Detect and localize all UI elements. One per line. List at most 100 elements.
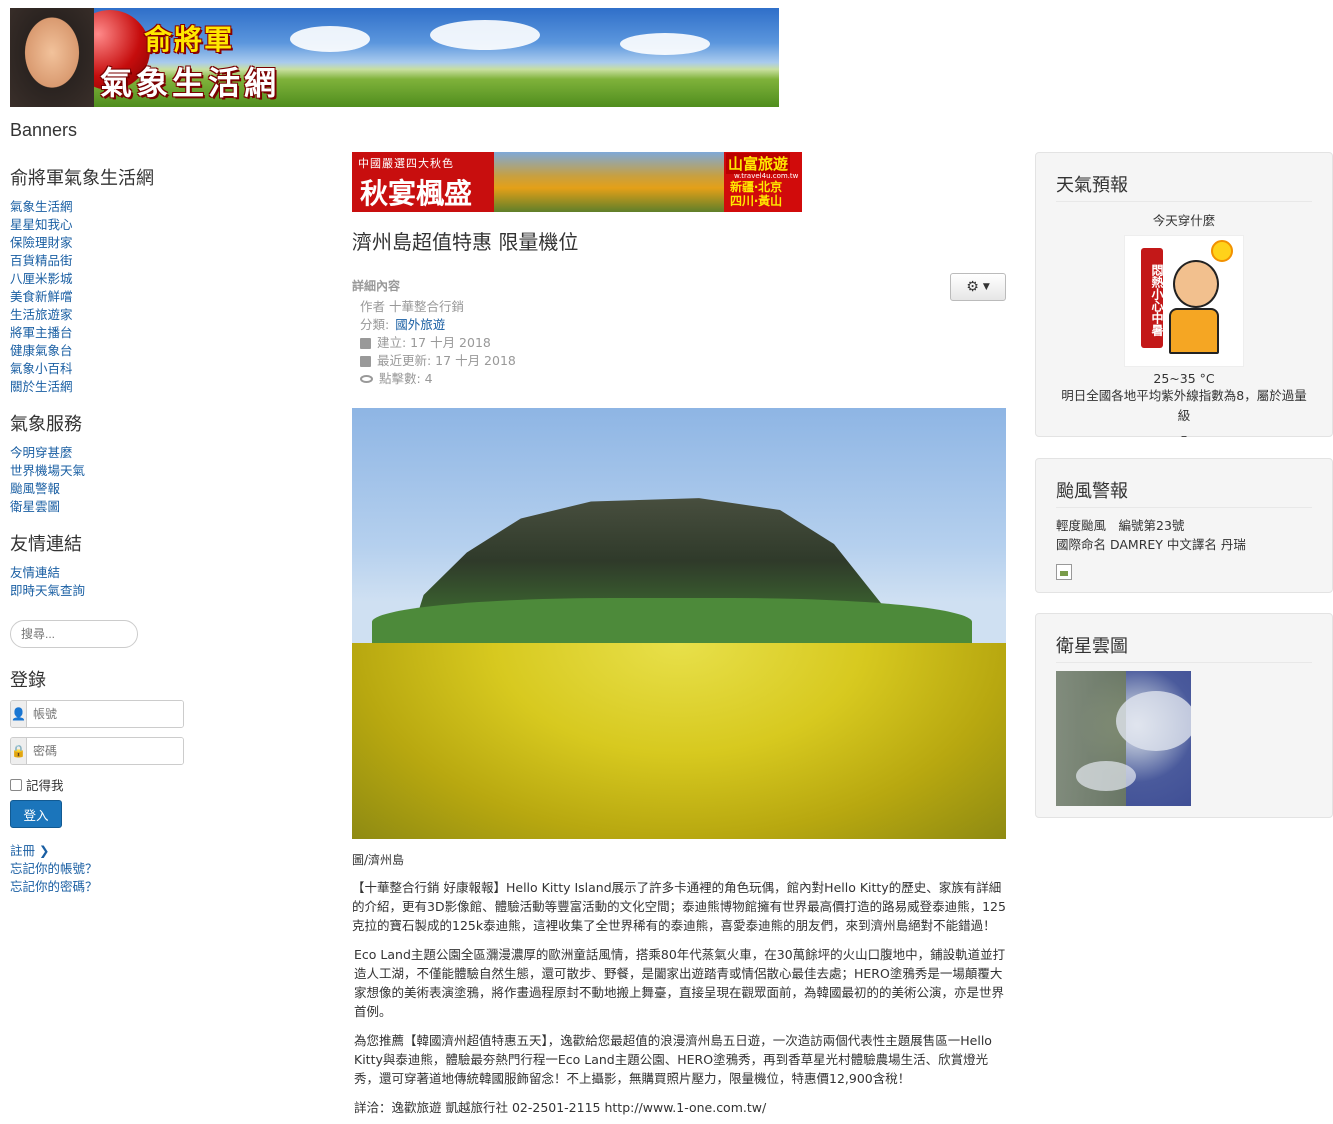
sidebar-menu-main-link[interactable]: 保險理財家 <box>10 235 73 250</box>
sidebar-menu-weather-link[interactable]: 今明穿甚麼 <box>10 445 73 460</box>
caret-down-icon: ▼ <box>982 282 990 292</box>
ad-top-text: 中國嚴選四大秋色 <box>358 157 454 170</box>
login-title: 登錄 <box>10 670 46 690</box>
sidebar-menu-main-item: 八厘米影城 <box>10 270 200 288</box>
sidebar-menu-main-link[interactable]: 百貨精品街 <box>10 253 73 268</box>
sidebar-menu-friends-link[interactable]: 友情連結 <box>10 565 60 580</box>
menu-main: 俞將軍氣象生活網 氣象生活網星星知我心保險理財家百貨精品街八厘米影城美食新鮮嚐生… <box>10 164 200 396</box>
article-photo <box>352 408 1006 839</box>
remember-me-checkbox[interactable] <box>10 778 22 791</box>
category-link[interactable]: 國外旅遊 <box>395 316 445 334</box>
sidebar-menu-main-item: 將軍主播台 <box>10 324 200 342</box>
satellite-image[interactable] <box>1056 671 1191 806</box>
main-content: 中國嚴選四大秋色 秋宴楓盛 山富旅遊 w.travel4u.com.tw 新疆‧… <box>352 152 1006 1117</box>
sidebar-menu-main-item: 氣象小百科 <box>10 360 200 378</box>
ad-dest-line1: 新疆‧北京 <box>730 180 783 194</box>
site-header-banner[interactable]: 俞將軍 氣象生活網 <box>10 8 779 107</box>
banner-cloud <box>620 33 710 55</box>
menu-friend-links-list: 友情連結即時天氣查詢 <box>10 564 200 600</box>
satellite-cloud-title: 衛星雲圖 <box>1056 632 1312 663</box>
sidebar-menu-main-link[interactable]: 健康氣象台 <box>10 343 73 358</box>
sidebar-menu-friends-item: 即時天氣查詢 <box>10 582 200 600</box>
username-field[interactable] <box>26 701 183 727</box>
sidebar-menu-main-link[interactable]: 美食新鮮嚐 <box>10 289 73 304</box>
banner-cloud <box>430 20 540 50</box>
sidebar-menu-weather-link[interactable]: 衛星雲圖 <box>10 499 60 514</box>
sidebar-menu-friends-link[interactable]: 即時天氣查詢 <box>10 583 85 598</box>
article-paragraph: 【十華整合行銷 好康報報】Hello Kitty Island展示了許多卡通裡的… <box>352 880 1006 933</box>
article-title: 濟州島超值特惠 限量機位 <box>352 230 579 254</box>
password-field[interactable] <box>26 738 183 764</box>
article-created: 建立: 17 十月 2018 <box>360 334 1006 352</box>
banner-cloud <box>290 26 370 52</box>
broken-image-icon <box>1056 564 1072 580</box>
menu-weather-service: 氣象服務 今明穿甚麼世界機場天氣 颱風警報衛星雲圖 <box>10 410 200 516</box>
menu-friend-links: 友情連結 友情連結即時天氣查詢 <box>10 530 200 600</box>
satellite-cloud <box>1116 691 1191 751</box>
weather-forecast-module: 天氣預報 今天穿什麼 悶熱小心中暑 25~35 °C 明日全國各地平均紫外線指數… <box>1035 152 1333 443</box>
typhoon-line2: 國際命名 DAMREY 中文譯名 丹瑞 <box>1056 537 1246 552</box>
cartoon-head <box>1173 260 1219 308</box>
sidebar-menu-main-item: 健康氣象台 <box>10 342 200 360</box>
ad-big-text: 秋宴楓盛 <box>360 177 473 210</box>
left-sidebar: 俞將軍氣象生活網 氣象生活網星星知我心保險理財家百貨精品街八厘米影城美食新鮮嚐生… <box>10 164 200 896</box>
menu-weather-service-list: 今明穿甚麼世界機場天氣 颱風警報衛星雲圖 <box>10 444 200 516</box>
sidebar-menu-weather-link[interactable]: 颱風警報 <box>10 481 60 496</box>
login-button[interactable]: 登入 <box>10 800 62 828</box>
weather-temp: 25~35 °C <box>1153 371 1215 386</box>
sidebar-menu-main-link[interactable]: 氣象小百科 <box>10 361 73 376</box>
forgot-password-item: 忘記你的密碼？ <box>10 878 200 896</box>
sidebar-menu-main-link[interactable]: 八厘米影城 <box>10 271 73 286</box>
ad-landscape-image <box>494 152 724 212</box>
article-paragraph: 為您推薦【韓國濟州超值特惠五天】，逸歡給您最超值的浪漫濟州島五日遊，一次造訪兩個… <box>354 1033 992 1086</box>
forgot-password-link[interactable]: 忘記你的密碼？ <box>10 879 98 894</box>
sidebar-menu-main-link[interactable]: 將軍主播台 <box>10 325 73 340</box>
menu-main-title: 俞將軍氣象生活網 <box>10 168 154 188</box>
article-info: 詳細內容 作者 十華整合行銷 分類: 國外旅遊 建立: 17 十月 2018 最近… <box>352 273 1006 388</box>
calendar-icon <box>360 337 371 349</box>
remember-me-label: 記得我 <box>26 778 64 793</box>
sidebar-menu-weather-link[interactable]: 世界機場天氣 <box>10 463 85 478</box>
banner-portrait <box>10 8 94 107</box>
login-links: 註冊 ❯ 忘記你的帳號？ 忘記你的密碼？ <box>10 842 200 896</box>
forgot-username-item: 忘記你的帳號？ <box>10 860 200 878</box>
typhoon-warning-module: 颱風警報 輕度颱風 編號第23號 國際命名 DAMREY 中文譯名 丹瑞 <box>1035 458 1333 593</box>
sidebar-menu-main-item: 關於生活網 <box>10 378 200 396</box>
sidebar-menu-main-link[interactable]: 氣象生活網 <box>10 199 73 214</box>
gear-icon: ⚙ <box>966 279 979 295</box>
sidebar-menu-main-link[interactable]: 生活旅遊家 <box>10 307 73 322</box>
sidebar-menu-weather-item: 今明穿甚麼 <box>10 444 200 462</box>
weather-forecast-title: 天氣預報 <box>1056 171 1312 202</box>
register-link[interactable]: 註冊 ❯ <box>10 843 49 858</box>
article-tools-button[interactable]: ⚙ ▼ <box>950 273 1006 301</box>
weather-cartoon-image[interactable]: 悶熱小心中暑 <box>1124 235 1244 367</box>
eye-icon <box>360 375 373 383</box>
search-input[interactable] <box>10 620 138 648</box>
ad-right-panel: 山富旅遊 w.travel4u.com.tw 新疆‧北京 四川‧黃山 <box>724 152 802 212</box>
typhoon-line1: 輕度颱風 編號第23號 <box>1056 518 1185 533</box>
uv-index-text: 明日全國各地平均紫外線指數為8，屬於過量級 <box>1061 388 1307 423</box>
ad-banner[interactable]: 中國嚴選四大秋色 秋宴楓盛 山富旅遊 w.travel4u.com.tw 新疆‧… <box>352 152 802 212</box>
menu-weather-service-title: 氣象服務 <box>10 414 82 434</box>
sidebar-menu-weather-item: 颱風警報 <box>10 480 200 498</box>
article-paragraph: Eco Land主題公園全區瀰漫濃厚的歐洲童話風情，搭乘80年代蒸氣火車，在30… <box>354 947 1006 1019</box>
remember-me[interactable]: 記得我 <box>10 775 200 794</box>
sun-icon <box>1211 240 1233 262</box>
ad-url: w.travel4u.com.tw <box>734 172 799 180</box>
sidebar-menu-main-item: 美食新鮮嚐 <box>10 288 200 306</box>
forgot-username-link[interactable]: 忘記你的帳號？ <box>10 861 98 876</box>
satellite-cloud <box>1076 761 1136 791</box>
hits-text: 點擊數: 4 <box>379 371 433 386</box>
banner-title-line1: 俞將軍 <box>144 23 235 56</box>
sidebar-menu-main-item: 保險理財家 <box>10 234 200 252</box>
uv-dash: – <box>1180 428 1188 443</box>
sidebar-menu-main-link[interactable]: 星星知我心 <box>10 217 73 232</box>
article-category: 分類: 國外旅遊 <box>360 316 1006 334</box>
modified-text: 最近更新: 17 十月 2018 <box>377 353 516 368</box>
lock-icon: 🔒 <box>11 738 27 764</box>
sidebar-menu-main-link[interactable]: 關於生活網 <box>10 379 73 394</box>
menu-main-list: 氣象生活網星星知我心保險理財家百貨精品街八厘米影城美食新鮮嚐生活旅遊家將軍主播台… <box>10 198 200 396</box>
article-contact: 詳洽：逸歡旅遊 凱越旅行社 02-2501-2115 http://www.1-… <box>354 1100 767 1115</box>
chevron-right-icon: ❯ <box>39 843 50 858</box>
sidebar-menu-weather-item: 世界機場天氣 <box>10 462 200 480</box>
